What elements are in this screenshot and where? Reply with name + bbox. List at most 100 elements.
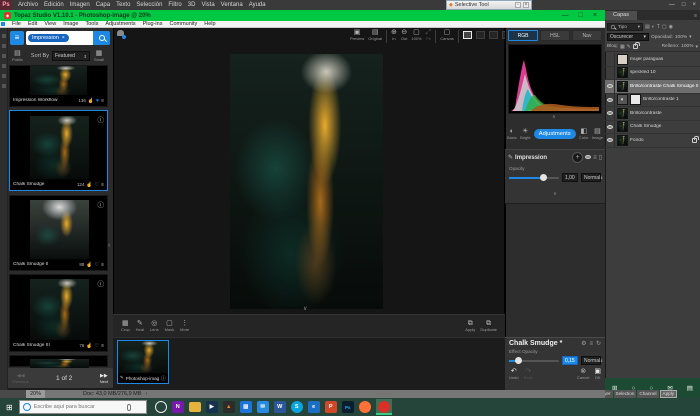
reset-icon[interactable]: ↻ [596, 340, 601, 347]
notification-bell[interactable] [117, 30, 126, 39]
minimize-icon[interactable]: ▫ [515, 2, 521, 8]
menu-community[interactable]: Community [169, 21, 197, 27]
microphone-icon[interactable] [127, 404, 131, 411]
preset-card[interactable]: ⓘ Chalk Smudge II 88 ☝ ♡ ≡ [9, 195, 108, 271]
image-button[interactable]: ▤Image [592, 128, 603, 140]
apply-button[interactable]: ⧉Apply [465, 320, 475, 332]
heart-icon[interactable]: ♡ [95, 262, 99, 268]
trash-icon[interactable]: ▯ [599, 154, 602, 161]
collapse-canvas-icon[interactable]: ∨ [303, 305, 307, 312]
preset-card-partial[interactable] [9, 355, 108, 367]
lens-button[interactable]: ◎Lens [150, 320, 159, 332]
layer-row[interactable]: mujer paraguas [605, 53, 700, 67]
close-icon[interactable]: × [62, 35, 65, 41]
collapse-histogram-icon[interactable]: ∧ [552, 114, 556, 120]
file-explorer-icon[interactable] [189, 402, 201, 412]
restore-icon[interactable]: □ [682, 2, 686, 8]
preset-card-selected[interactable]: ⓘ Chalk Smudge 124 ☝ ♡ ≡ [9, 110, 108, 191]
tab-hsl[interactable]: HSL [540, 30, 570, 41]
heart-icon[interactable]: ♡ [95, 343, 99, 349]
layer-row-selected[interactable]: Brillo/contraste Chalk Smudge II [605, 80, 700, 94]
close-icon[interactable]: × [523, 2, 529, 8]
bright-button[interactable]: ☀Bright [520, 128, 530, 140]
word-icon[interactable]: W [274, 401, 286, 413]
menu-filtro[interactable]: Filtro [168, 2, 181, 8]
close-icon[interactable]: × [692, 2, 696, 8]
zoom-in-button[interactable]: ⊕In [391, 29, 397, 41]
menu-vista[interactable]: Vista [201, 2, 214, 8]
fit-button[interactable]: ⤢Fit [426, 29, 432, 41]
split-view-button[interactable] [489, 31, 498, 39]
powerpoint-icon[interactable]: P [325, 401, 337, 413]
zoom-level[interactable]: 20% [26, 390, 45, 398]
movies-icon[interactable]: ▶ [206, 401, 218, 413]
visibility-toggle[interactable] [605, 94, 615, 107]
selective-tool-window[interactable]: ◆ Selective Tool ▫ × [446, 0, 532, 10]
single-view-button[interactable] [463, 31, 472, 39]
menu-plugins[interactable]: Plug-ins [143, 21, 163, 27]
firefox-icon[interactable] [359, 401, 371, 413]
more-button[interactable]: ⋮More [180, 320, 189, 332]
skype-icon[interactable]: S [291, 401, 303, 413]
filter-text-icon[interactable]: T [657, 24, 660, 30]
redo-button[interactable]: ↷Redo [524, 368, 534, 380]
tab-nav[interactable]: Nav [572, 30, 602, 41]
preview-button[interactable]: ▣Preview [350, 29, 364, 41]
menu-seleccion[interactable]: Selección [136, 2, 162, 8]
collapse-adjustment-icon[interactable]: ∨ [553, 191, 557, 197]
undo-button[interactable]: ↶Undo [509, 368, 519, 380]
lock-all-icon[interactable] [633, 44, 638, 49]
photos-icon[interactable]: ▨ [240, 401, 252, 413]
heart-icon[interactable]: ♥ [96, 98, 99, 104]
menu-archivo[interactable]: Archivo [18, 2, 38, 8]
topaz-studio-taskbar-item[interactable] [376, 399, 392, 415]
layer-row[interactable]: Chalk Smudge [605, 121, 700, 135]
layer-row[interactable]: Fondo [605, 134, 700, 148]
visibility-toggle[interactable] [605, 121, 615, 134]
effect-blend-dropdown[interactable]: Normal ⇕ [581, 356, 601, 365]
gear-icon[interactable]: ⚙ [581, 340, 586, 347]
layer-row[interactable]: Brillo/contraste [605, 107, 700, 121]
edge-icon[interactable]: e [308, 401, 320, 413]
tab-channel[interactable]: Channel [637, 390, 658, 398]
adjustment-menu-icon[interactable]: ≡ [593, 155, 597, 161]
heart-icon[interactable]: ♡ [95, 182, 99, 188]
menu-edicion[interactable]: Edición [44, 2, 64, 8]
search-input[interactable]: Impression × [26, 31, 93, 45]
topaz-titlebar[interactable]: ◆ Topaz Studio V1.10.1 - Photoshop-image… [0, 10, 605, 21]
tab-capas[interactable]: Capas [605, 11, 637, 20]
menu-help[interactable]: Help [204, 21, 215, 27]
visibility-toggle[interactable] [605, 134, 615, 147]
opacity-slider[interactable] [509, 177, 559, 179]
visibility-toggle[interactable] [605, 107, 615, 120]
vlc-icon[interactable]: ▲ [223, 401, 235, 413]
original-button[interactable]: ▤Original [368, 29, 382, 41]
sidebar-collapse-icon[interactable]: ‹ [108, 242, 110, 249]
cancel-button[interactable]: ⊗Cancel [577, 368, 589, 380]
split-view-button[interactable] [476, 31, 485, 39]
visibility-toggle[interactable] [605, 80, 615, 93]
filter-shape-icon[interactable]: ▢ [662, 24, 667, 30]
photoshop-icon[interactable]: Ps [342, 401, 354, 413]
adjustments-button[interactable]: Adjustments [534, 129, 576, 139]
filter-adjustment-icon[interactable]: ◐ [652, 24, 655, 30]
previous-page-button[interactable]: ◀◀ Previous [13, 373, 29, 384]
heal-button[interactable]: ✎Heal [136, 320, 144, 332]
public-toggle[interactable]: ▤ Public [12, 50, 23, 62]
blend-mode-select[interactable]: Oscurecer ▾ [607, 33, 649, 41]
filter-image-icon[interactable]: ▤ [645, 24, 650, 30]
menu-image[interactable]: Image [63, 21, 78, 27]
folder-icon[interactable]: ▤ [687, 384, 693, 392]
visibility-toggle[interactable] [605, 67, 615, 80]
card-menu-icon[interactable]: ≡ [101, 98, 104, 104]
slider-knob[interactable] [515, 357, 522, 364]
color-button[interactable]: ◧Color [579, 128, 589, 140]
status-arrow-icon[interactable]: › [145, 391, 147, 397]
layer-row[interactable]: ◐ Brillo/contraste 1 [605, 94, 700, 108]
thumbs-up-icon[interactable]: ☝ [86, 262, 92, 268]
info-icon[interactable]: ⓘ [98, 278, 105, 288]
thumbs-up-icon[interactable]: ☝ [86, 343, 92, 349]
blend-mode-dropdown[interactable]: Normal ⇕ [581, 173, 601, 182]
add-adjustment-button[interactable]: + [572, 152, 583, 163]
sidebar-menu-button[interactable]: ≡ [10, 31, 24, 45]
